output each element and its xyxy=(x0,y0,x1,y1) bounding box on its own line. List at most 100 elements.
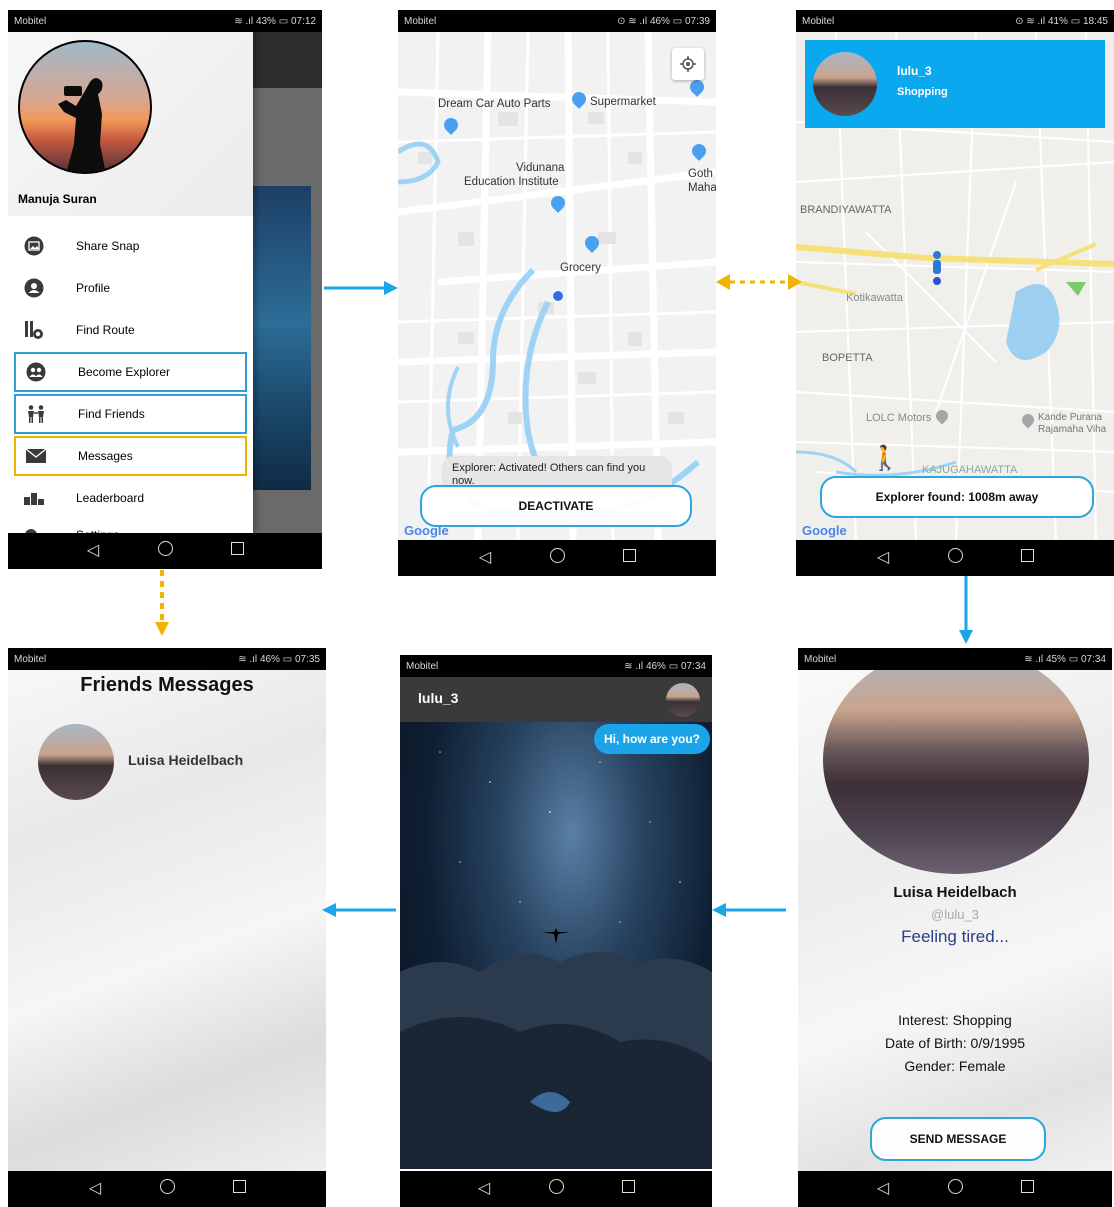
user-name: Manuja Suran xyxy=(18,192,97,206)
map-label-lolc: LOLC Motors xyxy=(866,412,932,424)
recents-icon[interactable] xyxy=(617,1179,639,1199)
explorer-interest: Shopping xyxy=(897,86,948,98)
status-right: ≋ .ıl 45% ▭ 07:34 xyxy=(1024,653,1106,665)
back-icon[interactable]: ◁ xyxy=(84,1179,106,1199)
menu-item-become-explorer[interactable]: Become Explorer xyxy=(14,352,247,392)
chat-header: lulu_3 xyxy=(400,677,712,722)
flow-arrow-drawer-to-explorer xyxy=(324,281,398,295)
recents-icon[interactable] xyxy=(228,1179,250,1199)
menu-item-profile[interactable]: Profile xyxy=(14,268,247,308)
status-bar: Mobitel ≋ .ıl 46% ▭ 07:34 xyxy=(400,655,712,677)
screen-explorer-found: Mobitel ⊙ ≋ .ıl 41% ▭ 18:45 lulu_3 Shopp… xyxy=(796,10,1114,576)
flow-arrow-drawer-to-messages xyxy=(155,570,169,636)
menu-item-find-friends[interactable]: Find Friends xyxy=(14,394,247,434)
android-nav-bar: ◁ xyxy=(796,540,1114,576)
my-location-button[interactable] xyxy=(672,48,704,80)
deactivate-button[interactable]: DEACTIVATE xyxy=(420,485,692,527)
status-right: ≋ .ıl 46% ▭ 07:34 xyxy=(624,660,706,672)
flow-arrow-map-bidirectional xyxy=(716,274,802,290)
google-logo: Google xyxy=(802,523,847,538)
carrier-label: Mobitel xyxy=(14,653,47,665)
explorer-found-banner[interactable]: Explorer found: 1008m away xyxy=(820,476,1094,518)
map-label-vidunana: Vidunana xyxy=(516,162,565,174)
drawer-scrim[interactable] xyxy=(253,32,322,533)
map-label-kajugaha: KAJUGAHAWATTA xyxy=(922,464,1018,476)
explorer-location-marker[interactable] xyxy=(929,250,945,286)
route-icon xyxy=(22,318,46,342)
status-bar: Mobitel ≋ .ıl 45% ▭ 07:34 xyxy=(798,648,1112,670)
screen-friends-messages: Mobitel ≋ .ıl 46% ▭ 07:35 Friends Messag… xyxy=(8,648,326,1207)
friend-list-item[interactable]: Luisa Heidelbach xyxy=(38,724,308,804)
status-right: ≋ .ıl 46% ▭ 07:35 xyxy=(238,653,320,665)
map-view[interactable]: Dream Car Auto Parts Supermarket Vidunan… xyxy=(398,32,716,540)
profile-username: @lulu_3 xyxy=(931,907,979,922)
menu-label: Find Route xyxy=(76,323,135,337)
chat-header-avatar[interactable] xyxy=(666,683,700,717)
android-nav-bar: ◁ xyxy=(8,533,322,569)
status-bar: Mobitel ⊙ ≋ .ıl 46% ▭ 07:39 xyxy=(398,10,716,32)
explorer-name: lulu_3 xyxy=(897,64,932,78)
locate-icon xyxy=(680,56,696,72)
send-message-button[interactable]: SEND MESSAGE xyxy=(870,1117,1046,1161)
back-icon[interactable]: ◁ xyxy=(872,1179,894,1199)
page-title: Friends Messages xyxy=(80,674,254,696)
menu-label: Profile xyxy=(76,281,111,295)
menu-label: Messages xyxy=(78,449,133,463)
friend-name: Luisa Heidelbach xyxy=(128,752,244,768)
home-icon[interactable] xyxy=(154,540,176,562)
menu-label: Leaderboard xyxy=(76,491,145,505)
map-label-education: Education Institute xyxy=(464,176,559,188)
android-nav-bar: ◁ xyxy=(398,540,716,576)
map-view[interactable]: lulu_3 Shopping BRANDIYAWATTA Kotikawatt… xyxy=(796,32,1114,540)
android-nav-bar: ◁ xyxy=(798,1171,1112,1207)
drawer-header: Manuja Suran xyxy=(8,32,253,216)
menu-item-find-route[interactable]: Find Route xyxy=(14,310,247,350)
background-photo xyxy=(253,186,311,490)
menu-item-messages[interactable]: Messages xyxy=(14,436,247,476)
android-nav-bar: ◁ xyxy=(400,1171,712,1207)
explorer-avatar xyxy=(813,52,877,116)
map-label-kotikawatta: Kotikawatta xyxy=(846,292,903,304)
back-icon[interactable]: ◁ xyxy=(473,1179,495,1199)
group-icon xyxy=(24,360,48,384)
menu-label: Become Explorer xyxy=(78,365,171,379)
flow-arrow-profile-to-chat xyxy=(712,903,786,917)
user-avatar[interactable] xyxy=(18,40,152,174)
chat-title: lulu_3 xyxy=(418,690,459,706)
chat-background: Hi, how are you? xyxy=(400,722,712,1169)
back-icon[interactable]: ◁ xyxy=(872,548,894,568)
menu-label: Find Friends xyxy=(78,407,145,421)
home-icon[interactable] xyxy=(546,547,568,569)
person-icon xyxy=(22,276,46,300)
home-icon[interactable] xyxy=(944,1178,966,1200)
silhouette-photo xyxy=(58,78,106,172)
recents-icon[interactable] xyxy=(226,541,248,561)
person-marker-icon xyxy=(933,251,941,285)
profile-status: Feeling tired... xyxy=(901,927,1009,946)
podium-icon xyxy=(22,486,46,510)
explorer-card[interactable]: lulu_3 Shopping xyxy=(805,40,1105,128)
home-icon[interactable] xyxy=(944,547,966,569)
carrier-label: Mobitel xyxy=(406,660,439,672)
carrier-label: Mobitel xyxy=(14,15,47,27)
recents-icon[interactable] xyxy=(1016,548,1038,568)
home-icon[interactable] xyxy=(156,1178,178,1200)
back-icon[interactable]: ◁ xyxy=(82,541,104,561)
recents-icon[interactable] xyxy=(618,548,640,568)
home-icon[interactable] xyxy=(545,1178,567,1200)
map-label-grocery: Grocery xyxy=(560,262,601,274)
map-label-maha: Maha xyxy=(688,182,716,194)
menu-item-share-snap[interactable]: Share Snap xyxy=(14,226,247,266)
menu-item-leaderboard[interactable]: Leaderboard xyxy=(14,478,247,518)
map-label-brandiyawatta: BRANDIYAWATTA xyxy=(800,204,892,216)
carrier-label: Mobitel xyxy=(804,653,837,665)
screen-explorer-map: Mobitel ⊙ ≋ .ıl 46% ▭ 07:39 Dream Car Au… xyxy=(398,10,716,576)
friend-avatar xyxy=(38,724,114,800)
walking-icon: 🚶 xyxy=(870,445,900,472)
profile-gender: Gender: Female xyxy=(904,1058,1006,1074)
current-location-dot xyxy=(552,290,564,302)
navigation-drawer: Manuja Suran Share Snap Profile Find Rou… xyxy=(8,32,253,544)
back-icon[interactable]: ◁ xyxy=(474,548,496,568)
profile-photo xyxy=(823,648,1089,874)
recents-icon[interactable] xyxy=(1016,1179,1038,1199)
